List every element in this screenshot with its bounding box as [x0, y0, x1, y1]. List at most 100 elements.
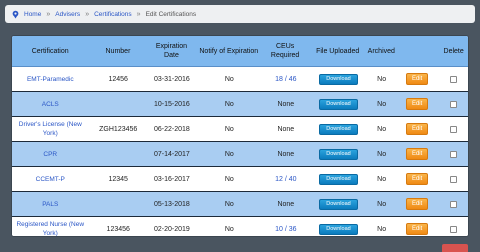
cell-delete	[439, 75, 468, 83]
cell-certification: Driver's License (New York)	[12, 120, 89, 138]
cell-delete	[439, 175, 468, 183]
ceus-value: 10 / 36	[275, 225, 297, 233]
ceus-value: None	[277, 100, 295, 108]
certifications-table: Certification Number Expiration Date Not…	[12, 36, 468, 236]
cell-edit: Edit	[395, 173, 439, 185]
cell-certification: ACLS	[12, 100, 89, 109]
cell-certification: EMT-Paramedic	[12, 75, 89, 84]
certification-link[interactable]: ACLS	[42, 100, 59, 109]
cell-file: Download	[309, 148, 368, 160]
breadcrumb: Home » Advisers » Certifications » Edit Certif…	[5, 5, 475, 23]
cell-notify: No	[224, 125, 234, 133]
certification-link[interactable]: PALS	[42, 200, 58, 209]
table-row: CCEMT-P 12345 03-16-2017 No 12 / 40 Download N…	[12, 167, 468, 192]
delete-checkbox[interactable]	[450, 75, 458, 83]
table-row: Registered Nurse (New York) 123456 02-20-2…	[12, 217, 468, 236]
cell-file: Download	[309, 98, 368, 110]
cell-delete	[439, 225, 468, 233]
cell-edit: Edit	[395, 123, 439, 135]
cell-notify: No	[224, 75, 234, 83]
header-notify-of-expiration: Notify of Expiration	[199, 47, 259, 55]
cell-number: 12345	[108, 175, 128, 183]
cell-notify: No	[224, 200, 234, 208]
cell-ceus: 12 / 40	[263, 175, 309, 184]
breadcrumb-item[interactable]: Home	[24, 11, 41, 18]
cell-delete	[439, 150, 468, 158]
certification-link[interactable]: CPR	[43, 150, 57, 159]
ceus-value: None	[277, 150, 295, 158]
cell-delete	[439, 125, 468, 133]
cell-ceus: None	[263, 200, 309, 209]
edit-button[interactable]: Edit	[406, 123, 429, 135]
cell-file: Download	[309, 73, 368, 85]
breadcrumb-item[interactable]: Advisers	[55, 11, 80, 18]
cell-delete	[439, 100, 468, 108]
edit-button[interactable]: Edit	[406, 173, 429, 185]
edit-button[interactable]: Edit	[406, 98, 429, 110]
table-row: Driver's License (New York) ZGH123456 06-2…	[12, 117, 468, 142]
breadcrumb-separator: »	[85, 10, 90, 18]
cell-number: 123456	[106, 225, 130, 233]
edit-button[interactable]: Edit	[406, 198, 429, 210]
header-file-uploaded: File Uploaded	[316, 47, 360, 55]
download-button[interactable]: Download	[319, 198, 358, 210]
download-button[interactable]: Download	[319, 123, 358, 135]
delete-checkbox[interactable]	[450, 200, 458, 208]
table-header: Certification Number Expiration Date Not…	[12, 36, 468, 67]
download-button[interactable]: Download	[319, 148, 358, 160]
cell-archived: No	[377, 150, 387, 158]
cell-edit: Edit	[395, 198, 439, 210]
breadcrumb-separator: »	[136, 10, 141, 18]
delete-checkbox[interactable]	[450, 150, 458, 158]
cell-delete	[439, 200, 468, 208]
certification-link[interactable]: CCEMT-P	[36, 175, 65, 184]
breadcrumb-item[interactable]: Certifications	[94, 11, 132, 18]
cell-notify: No	[224, 150, 234, 158]
header-expiration-date: Expiration Date	[155, 43, 188, 59]
certification-link[interactable]: EMT-Paramedic	[27, 75, 74, 84]
cell-ceus: 18 / 46	[263, 75, 309, 84]
cell-notify: No	[224, 100, 234, 108]
edit-button[interactable]: Edit	[406, 148, 429, 160]
cell-file: Download	[309, 223, 368, 235]
cell-archived: No	[377, 75, 387, 83]
cell-file: Download	[309, 123, 368, 135]
cell-number: 12456	[108, 75, 128, 83]
cell-expiration-date: 03-31-2016	[153, 75, 190, 83]
table-row: CPR 07-14-2017 No None Download No Edit	[12, 142, 468, 167]
breadcrumb-separator: »	[46, 10, 51, 18]
cell-certification: Registered Nurse (New York)	[12, 220, 89, 236]
home-icon[interactable]	[11, 10, 20, 19]
delete-checkbox[interactable]	[450, 100, 458, 108]
cell-ceus: None	[263, 125, 309, 134]
ceus-value: 18 / 46	[275, 75, 297, 83]
download-button[interactable]: Download	[319, 73, 358, 85]
certification-link[interactable]: Registered Nurse (New York)	[14, 220, 87, 236]
cell-notify: No	[224, 225, 234, 233]
header-delete: Delete	[443, 47, 464, 55]
breadcrumb-item: Edit Certifications	[145, 10, 197, 18]
cell-certification: CPR	[12, 150, 89, 159]
cell-archived: No	[377, 100, 387, 108]
download-button[interactable]: Download	[319, 173, 358, 185]
edit-button[interactable]: Edit	[406, 73, 429, 85]
table-row: PALS 05-13-2018 No None Download No Edit	[12, 192, 468, 217]
cell-ceus: None	[263, 100, 309, 109]
cell-certification: PALS	[12, 200, 89, 209]
cell-expiration-date: 10-15-2016	[153, 100, 190, 108]
cell-expiration-date: 02-20-2019	[153, 225, 190, 233]
cell-file: Download	[309, 198, 368, 210]
action-button[interactable]	[442, 244, 468, 252]
download-button[interactable]: Download	[319, 98, 358, 110]
table-row: EMT-Paramedic 12456 03-31-2016 No 18 / 46 Dow…	[12, 67, 468, 92]
edit-button[interactable]: Edit	[406, 223, 429, 235]
cell-archived: No	[377, 200, 387, 208]
delete-checkbox[interactable]	[450, 225, 458, 233]
ceus-value: None	[277, 200, 295, 208]
certification-link[interactable]: Driver's License (New York)	[14, 120, 87, 138]
delete-checkbox[interactable]	[450, 125, 458, 133]
ceus-value: 12 / 40	[275, 175, 297, 183]
delete-checkbox[interactable]	[450, 175, 458, 183]
download-button[interactable]: Download	[319, 223, 358, 235]
cell-ceus: None	[263, 150, 309, 159]
